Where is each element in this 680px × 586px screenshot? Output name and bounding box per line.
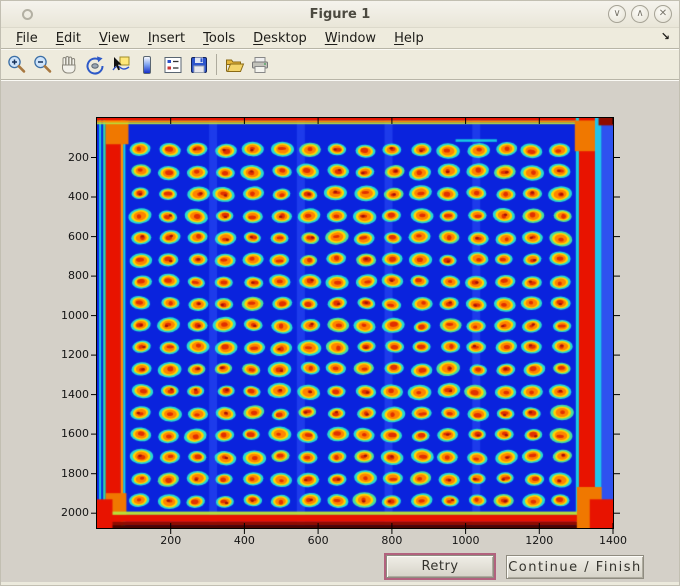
title-bar[interactable]: Figure 1 ∨ ∧ ✕ [1, 1, 679, 28]
menu-tools[interactable]: Tools [194, 30, 244, 47]
toolbar [1, 50, 679, 79]
window-menu-icon[interactable] [22, 9, 33, 20]
menu-desktop[interactable]: Desktop [244, 30, 316, 47]
zoom-out-icon[interactable] [30, 52, 56, 78]
toolbar-separator [216, 54, 217, 75]
y-tick-label: 400 [68, 190, 89, 204]
figure-image[interactable] [97, 118, 613, 528]
menu-help[interactable]: Help [385, 30, 433, 47]
y-tick-label: 2000 [61, 506, 89, 520]
x-tick-label: 1000 [451, 534, 480, 547]
save-icon[interactable] [186, 52, 212, 78]
pan-hand-icon[interactable] [56, 52, 82, 78]
insert-legend-icon[interactable] [160, 52, 186, 78]
y-tick-label: 200 [68, 150, 89, 164]
y-tick-label: 1800 [61, 466, 89, 480]
x-tick-label: 1200 [525, 534, 554, 547]
print-icon[interactable] [247, 52, 273, 78]
close-button[interactable]: ✕ [654, 5, 672, 23]
retry-button[interactable]: Retry [384, 553, 496, 580]
menu-window[interactable]: Window [316, 30, 385, 47]
continue-finish-button[interactable]: Continue / Finish [506, 555, 644, 579]
x-tick-label: 200 [160, 534, 182, 547]
menu-edit[interactable]: Edit [47, 30, 90, 47]
window-controls: ∨ ∧ ✕ [608, 5, 672, 23]
y-tick-label: 600 [68, 229, 89, 243]
x-tick-label: 800 [381, 534, 403, 547]
window-bottom-border [1, 582, 679, 585]
y-tick-label: 1200 [61, 348, 89, 362]
figure-canvas-area: 200 400 600 800 1000 1200 1400 1600 1800 2000 200 4… [1, 81, 679, 582]
x-tick-label: 400 [233, 534, 255, 547]
zoom-in-icon[interactable] [4, 52, 30, 78]
menu-insert[interactable]: Insert [139, 30, 194, 47]
y-tick-label: 1400 [61, 387, 89, 401]
figure-window: Figure 1 ∨ ∧ ✕ File Edit View Insert Tools Desk… [0, 0, 680, 586]
menu-view[interactable]: View [90, 30, 139, 47]
menu-overflow-icon[interactable]: ↘ [661, 30, 670, 43]
y-tick-label: 1000 [61, 308, 89, 322]
x-tick-label: 1400 [599, 534, 627, 547]
y-tick-label: 800 [68, 269, 89, 283]
rotate-3d-icon[interactable] [82, 52, 108, 78]
x-tick-label: 600 [307, 534, 329, 547]
shade-button[interactable]: ∨ [608, 5, 626, 23]
menu-bar: File Edit View Insert Tools Desktop Window Help… [1, 28, 679, 48]
menu-file[interactable]: File [7, 30, 47, 47]
y-tick-label: 1600 [61, 427, 89, 441]
colorbar-icon[interactable] [134, 52, 160, 78]
open-folder-icon[interactable] [221, 52, 247, 78]
window-title: Figure 1 [309, 6, 371, 22]
retry-button-label: Retry [386, 555, 494, 578]
axes-box [96, 117, 614, 529]
data-cursor-icon[interactable] [108, 52, 134, 78]
maximize-button[interactable]: ∧ [631, 5, 649, 23]
